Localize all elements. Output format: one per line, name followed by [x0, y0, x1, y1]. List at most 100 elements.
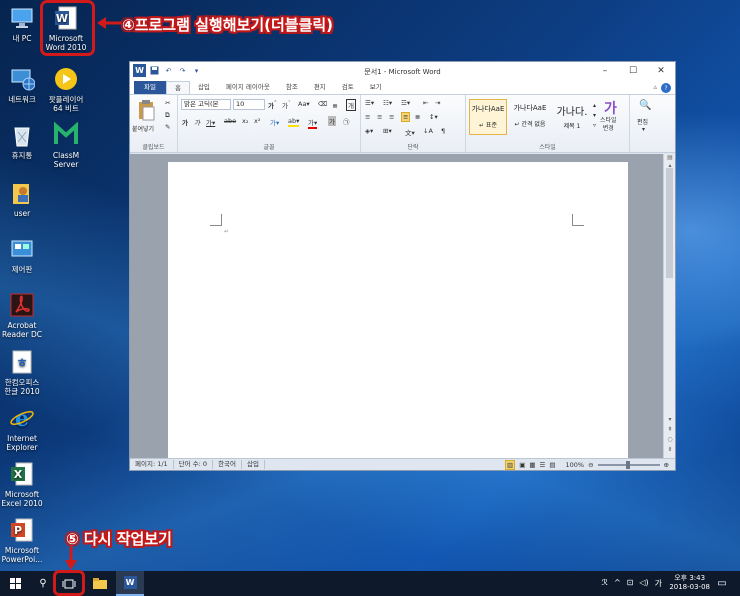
sort-icon[interactable]: ↓A: [423, 127, 433, 135]
view-full-screen-icon[interactable]: ▣: [519, 461, 525, 469]
superscript-icon[interactable]: x²: [254, 117, 260, 125]
tab-insert[interactable]: 삽입: [190, 81, 218, 94]
change-styles-icon[interactable]: 가: [604, 98, 617, 118]
maximize-icon[interactable]: ☐: [619, 62, 647, 80]
asian-layout-icon[interactable]: 文▾: [405, 127, 415, 137]
view-print-layout-icon[interactable]: ▥: [505, 460, 516, 470]
underline-icon[interactable]: 가▾: [206, 117, 215, 127]
paste-icon[interactable]: [136, 99, 156, 121]
tray-overflow-icon[interactable]: ^: [614, 578, 621, 589]
status-mode[interactable]: 삽입: [242, 460, 265, 469]
bold-icon[interactable]: 가: [182, 117, 188, 127]
ime-indicator[interactable]: 가: [655, 578, 662, 589]
decrease-indent-icon[interactable]: ⇤: [423, 99, 428, 107]
people-icon[interactable]: ℛ: [602, 578, 608, 589]
desktop-icon-potplayer[interactable]: 팟플레이어 64 비트: [38, 66, 94, 113]
shading-icon[interactable]: ◈▾: [365, 127, 373, 135]
copy-icon[interactable]: ⧉: [165, 111, 170, 120]
file-explorer-taskbar-icon[interactable]: [86, 571, 114, 596]
view-web-icon[interactable]: ▦: [529, 461, 535, 469]
find-icon[interactable]: 🔍: [639, 100, 651, 111]
char-shading-icon[interactable]: 가: [328, 116, 336, 126]
text-effects-icon[interactable]: 가▾: [270, 117, 279, 127]
borders-icon[interactable]: ⊞▾: [383, 127, 392, 135]
multilevel-list-icon[interactable]: ☲▾: [401, 99, 410, 107]
shrink-font-icon[interactable]: 가ˇ: [282, 100, 291, 110]
desktop-icon-control-panel[interactable]: 제어판: [0, 236, 50, 274]
vertical-scrollbar[interactable]: ▤ ▴ ▾ ⇞ ○ ⇟: [663, 154, 675, 460]
start-button[interactable]: [0, 571, 30, 596]
status-language[interactable]: 한국어: [213, 460, 243, 469]
desktop-icon-classm[interactable]: ClassM Server: [38, 121, 94, 169]
tab-view[interactable]: 보기: [362, 81, 390, 94]
phonetic-guide-icon[interactable]: ㅃ: [332, 100, 338, 110]
paste-button-label[interactable]: 붙여넣기: [132, 124, 154, 133]
align-right-icon[interactable]: ≡: [389, 113, 394, 121]
browse-object-icon[interactable]: ○: [664, 436, 676, 446]
tab-home[interactable]: 홈: [165, 81, 190, 94]
increase-indent-icon[interactable]: ⇥: [435, 99, 440, 107]
tab-mailings[interactable]: 편지: [306, 81, 334, 94]
style-heading1[interactable]: 가나다. 제목 1: [553, 99, 591, 135]
status-page[interactable]: 페이지: 1/1: [130, 460, 174, 469]
tab-page-layout[interactable]: 페이지 레이아웃: [218, 81, 278, 94]
next-page-icon[interactable]: ⇟: [664, 446, 676, 456]
numbering-icon[interactable]: ☷▾: [383, 99, 392, 107]
edit-button-label[interactable]: 편집: [637, 117, 648, 126]
volume-icon[interactable]: ◁): [639, 578, 648, 589]
zoom-level[interactable]: 100%: [566, 461, 585, 469]
grow-font-icon[interactable]: 가ˆ: [268, 100, 277, 110]
search-icon[interactable]: ⚲: [31, 571, 55, 596]
scrollbar-thumb[interactable]: [666, 168, 673, 278]
clear-format-icon[interactable]: ⌫: [318, 100, 327, 108]
tab-references[interactable]: 참조: [278, 81, 306, 94]
clock[interactable]: 오후 3:43 2018-03-08: [669, 574, 710, 592]
strikethrough-icon[interactable]: abe: [224, 117, 236, 125]
format-painter-icon[interactable]: ✎: [165, 123, 170, 131]
word-taskbar-button[interactable]: W: [116, 571, 144, 596]
bullets-icon[interactable]: ☰▾: [365, 99, 374, 107]
italic-icon[interactable]: 가: [194, 117, 200, 127]
notifications-icon[interactable]: ▭: [712, 571, 732, 596]
highlight-icon[interactable]: ab▾: [288, 117, 300, 127]
char-border-icon[interactable]: 개: [346, 99, 356, 111]
ribbon-minimize-icon[interactable]: ▵: [653, 83, 657, 93]
desktop-icon-hwp[interactable]: ㅎ 한컴오피스 한글 2010: [0, 349, 50, 396]
edit-dropdown-icon[interactable]: ▾: [642, 126, 645, 133]
view-draft-icon[interactable]: ▤: [549, 461, 555, 469]
align-center-icon[interactable]: ≡: [377, 113, 382, 121]
document-area[interactable]: ↵: [130, 154, 665, 460]
zoom-slider-knob[interactable]: [625, 461, 630, 469]
desktop-icon-user[interactable]: user: [0, 180, 50, 218]
status-words[interactable]: 단어 수: 0: [174, 460, 214, 469]
desktop-icon-acrobat[interactable]: Acrobat Reader DC: [0, 292, 50, 339]
align-left-icon[interactable]: ≡: [365, 113, 370, 121]
distributed-icon[interactable]: ≣: [415, 113, 420, 121]
line-spacing-icon[interactable]: ↕▾: [429, 113, 438, 121]
enclose-char-icon[interactable]: ㉠: [343, 116, 350, 126]
view-outline-icon[interactable]: ☰: [540, 461, 546, 469]
font-name-dropdown[interactable]: 맑은 고딕(본: [181, 99, 231, 110]
cut-icon[interactable]: ✂: [165, 99, 170, 107]
tab-review[interactable]: 검토: [334, 81, 362, 94]
style-no-spacing[interactable]: 가나다AaE ↵ 간격 없음: [509, 99, 551, 135]
prev-page-icon[interactable]: ⇞: [664, 426, 676, 436]
minimize-icon[interactable]: –: [591, 62, 619, 80]
zoom-slider[interactable]: [597, 461, 660, 469]
change-case-icon[interactable]: Aa▾: [298, 100, 310, 108]
style-normal[interactable]: 가나다AaE ↵ 표준: [469, 99, 507, 135]
word-window[interactable]: W ↶ ↷ ▾ 문서1 - Microsoft Word – ☐ ✕ 파일 홈 …: [129, 61, 676, 471]
justify-icon[interactable]: ≡: [401, 112, 411, 122]
font-color-icon[interactable]: 가▾: [308, 117, 318, 129]
font-size-dropdown[interactable]: 10: [233, 99, 265, 110]
close-icon[interactable]: ✕: [647, 62, 675, 80]
zoom-out-icon[interactable]: ⊖: [588, 461, 593, 469]
styles-scroll-icon[interactable]: ▴ ▾ ▿: [593, 101, 596, 131]
scroll-down-icon[interactable]: ▾: [664, 416, 676, 426]
zoom-in-icon[interactable]: ⊕: [664, 461, 669, 469]
tab-file[interactable]: 파일: [134, 81, 166, 94]
network-tray-icon[interactable]: ⊡: [627, 578, 634, 589]
desktop-icon-powerpoint[interactable]: P Microsoft PowerPoi...: [0, 517, 50, 564]
document-page[interactable]: ↵: [168, 162, 628, 460]
help-icon[interactable]: ?: [661, 83, 671, 93]
